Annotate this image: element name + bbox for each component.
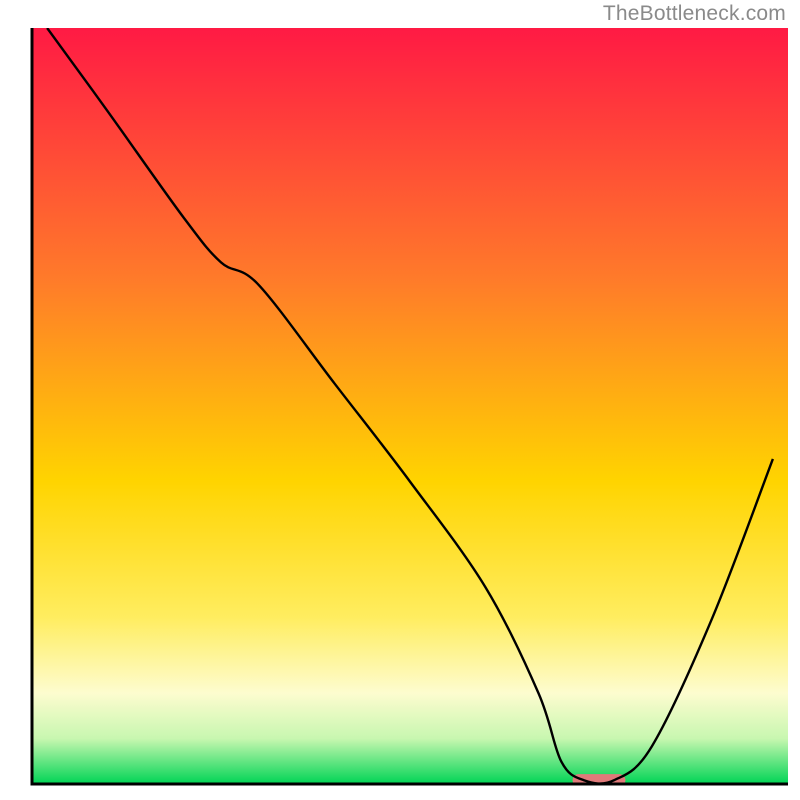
bottleneck-chart: TheBottleneck.com — [0, 0, 800, 800]
plot-svg — [0, 0, 800, 800]
gradient-background — [32, 28, 788, 784]
